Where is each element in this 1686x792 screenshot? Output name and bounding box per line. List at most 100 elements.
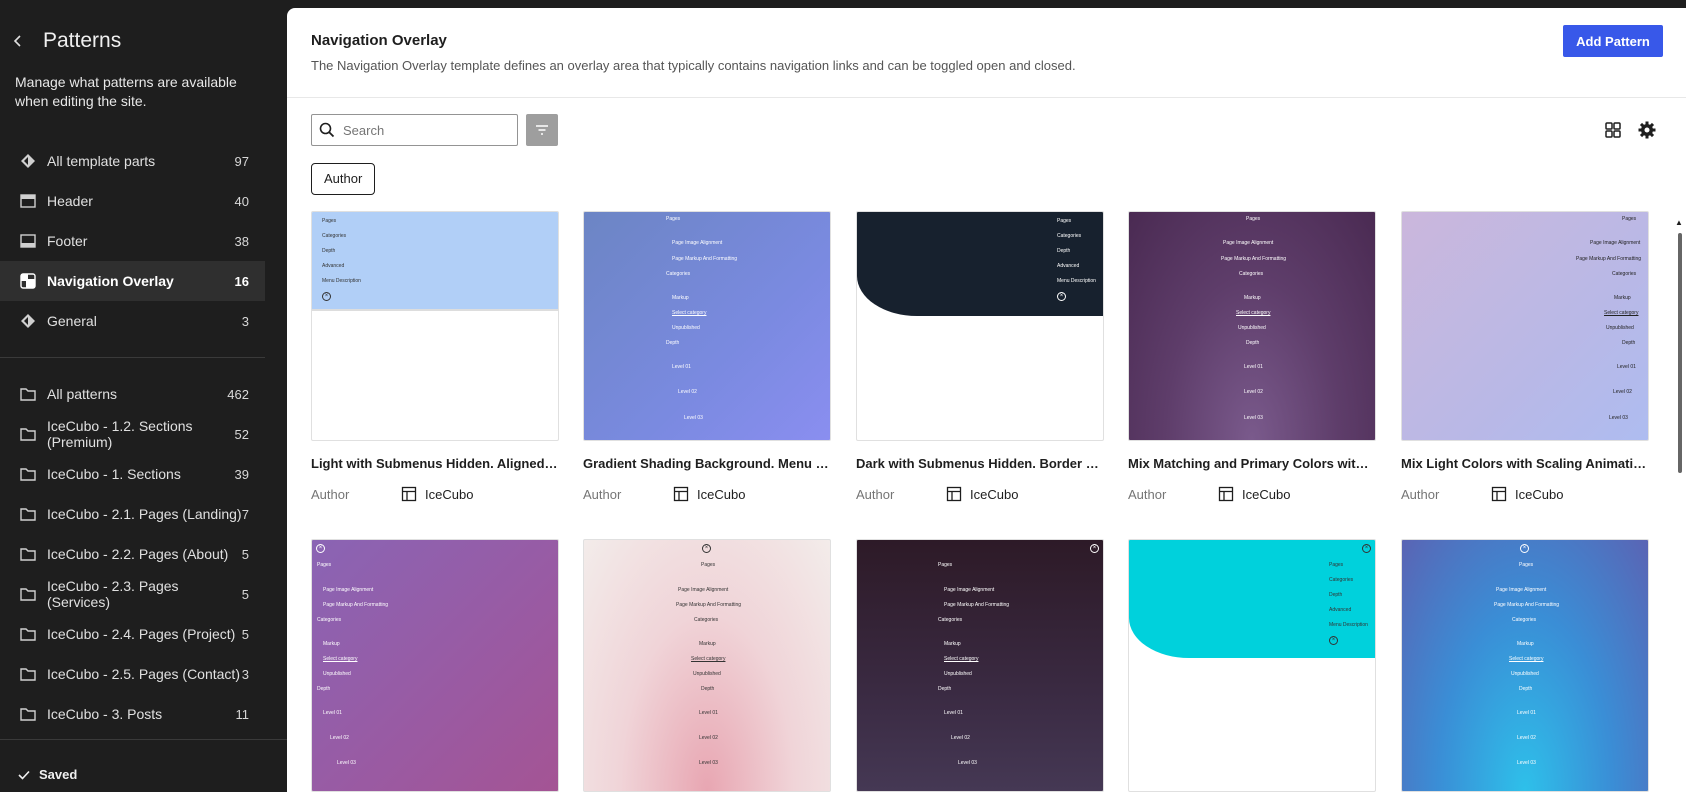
pattern-author: Author IceCubo — [583, 486, 831, 502]
preview-text: Categories — [666, 271, 691, 277]
pattern-title[interactable]: Mix Matching and Primary Colors with … — [1128, 456, 1376, 471]
preview-text: Depth — [1329, 592, 1343, 598]
preview-text: Page Image Alignment — [1223, 240, 1274, 246]
preview-text: Page Image Alignment — [672, 240, 723, 246]
back-button[interactable] — [6, 29, 30, 53]
preview-text: Unpublished — [323, 671, 351, 677]
pattern-card[interactable]: × Pages Page Image Alignment Page Markup… — [311, 539, 559, 792]
pattern-preview: Pages Page Image Alignment Page Markup A… — [1128, 211, 1376, 441]
sidebar-item-header[interactable]: Header 40 — [0, 181, 265, 221]
author-filter-chip[interactable]: Author — [311, 163, 376, 195]
sidebar-item-label: Navigation Overlay — [47, 273, 174, 289]
pattern-preview: × Pages Categories Depth Advanced Menu D… — [1128, 539, 1376, 792]
sidebar-item-navigation-overlay[interactable]: Navigation Overlay 16 — [0, 261, 265, 301]
search-input[interactable] — [343, 122, 513, 138]
preview-text: Page Markup And Formatting — [1494, 602, 1560, 608]
pattern-card[interactable]: Pages Page Image Alignment Page Markup A… — [1128, 211, 1376, 502]
sidebar-item-label: Header — [47, 193, 93, 209]
pattern-card[interactable]: Pages Page Image Alignment Page Markup A… — [1401, 211, 1649, 502]
sidebar-item-count: 16 — [234, 273, 249, 289]
sidebar-item-label: IceCubo - 1.2. Sections (Premium) — [47, 418, 193, 450]
sidebar-item-sections[interactable]: IceCubo - 1. Sections 39 — [0, 454, 265, 494]
sidebar-item-all-patterns[interactable]: All patterns 462 — [0, 374, 265, 414]
grid-view-button[interactable] — [1601, 118, 1625, 142]
sidebar-item-count: 3 — [241, 666, 249, 682]
preview-text: Select category — [1604, 310, 1639, 316]
preview-text: Pages — [1057, 218, 1072, 224]
close-icon: × — [1520, 544, 1529, 553]
sidebar-item-all-template-parts[interactable]: All template parts 97 — [0, 141, 265, 181]
pattern-preview: × Pages Page Image Alignment Page Markup… — [311, 539, 559, 792]
overlay-panel — [1129, 540, 1375, 658]
pattern-card[interactable]: Pages Categories Depth Advanced Menu Des… — [856, 211, 1104, 502]
sidebar-item-pages-services[interactable]: IceCubo - 2.3. Pages (Services) 5 — [0, 574, 265, 614]
view-options-button[interactable] — [1635, 118, 1659, 142]
pattern-preview: Pages Page Image Alignment Page Markup A… — [583, 211, 831, 441]
pattern-card[interactable]: Pages Page Image Alignment Page Markup A… — [583, 211, 831, 502]
preview-text: Unpublished — [1238, 325, 1266, 331]
preview-text: Categories — [1057, 233, 1082, 239]
gear-icon — [1638, 121, 1656, 139]
preview-text: Level 03 — [337, 760, 356, 766]
preview-text: Advanced — [322, 263, 345, 269]
sidebar-item-footer[interactable]: Footer 38 — [0, 221, 265, 261]
sidebar-item-pages-landing[interactable]: IceCubo - 2.1. Pages (Landing) 7 — [0, 494, 265, 534]
preview-text: Menu Description — [1329, 622, 1368, 628]
preview-text: Pages — [1519, 562, 1534, 568]
sidebar-item-label: IceCubo - 2.5. Pages (Contact) — [47, 666, 240, 682]
sidebar-item-label: IceCubo - 2.4. Pages (Project) — [47, 626, 236, 642]
preview-text: Categories — [1512, 617, 1537, 623]
preview-text: Unpublished — [693, 671, 721, 677]
sidebar-item-pages-about[interactable]: IceCubo - 2.2. Pages (About) 5 — [0, 534, 265, 574]
author-name: IceCubo — [970, 486, 1019, 502]
folder-icon — [17, 543, 39, 565]
preview-text: Unpublished — [672, 325, 700, 331]
overlay-panel — [312, 212, 558, 311]
close-icon: × — [1362, 544, 1371, 553]
filter-button[interactable] — [526, 114, 558, 146]
preview-text: Markup — [1517, 641, 1534, 647]
pattern-card[interactable]: × Pages Categories Depth Advanced Menu D… — [1128, 539, 1376, 792]
scroll-up-arrow[interactable]: ▲ — [1675, 218, 1683, 227]
pattern-card[interactable]: Pages Categories Depth Advanced Menu Des… — [311, 211, 559, 502]
preview-text: Categories — [694, 617, 719, 623]
close-icon: × — [322, 292, 331, 301]
preview-text: Level 02 — [1244, 389, 1263, 395]
pattern-title[interactable]: Mix Light Colors with Scaling Animatio… — [1401, 456, 1649, 471]
preview-text: Depth — [1622, 340, 1636, 346]
folder-icon — [17, 703, 39, 725]
add-pattern-button[interactable]: Add Pattern — [1563, 25, 1663, 57]
preview-text: Select category — [944, 656, 979, 662]
preview-text: Level 03 — [1609, 415, 1628, 421]
sidebar-item-label: All patterns — [47, 386, 118, 402]
preview-text: Level 01 — [672, 364, 691, 370]
preview-text: Pages — [317, 562, 332, 568]
sidebar-item-posts[interactable]: IceCubo - 3. Posts 11 — [0, 694, 265, 734]
pattern-card[interactable]: × Pages Page Image Alignment Page Markup… — [856, 539, 1104, 792]
pattern-card[interactable]: × Pages Page Image Alignment Page Markup… — [583, 539, 831, 792]
sidebar-item-sections-premium[interactable]: IceCubo - 1.2. Sections (Premium) 52 — [0, 414, 265, 454]
pattern-title[interactable]: Dark with Submenus Hidden. Border o… — [856, 456, 1104, 471]
preview-text: Select category — [323, 656, 358, 662]
save-status: Saved — [17, 767, 77, 782]
sidebar-item-count: 52 — [234, 426, 249, 442]
preview-text: Categories — [1239, 271, 1264, 277]
sidebar-item-pages-contact[interactable]: IceCubo - 2.5. Pages (Contact) 3 — [0, 654, 265, 694]
folder-icon — [17, 663, 39, 685]
pattern-title[interactable]: Gradient Shading Background. Menu L… — [583, 456, 831, 471]
sidebar-item-label: General — [47, 313, 97, 329]
sidebar-item-label: IceCubo - 2.2. Pages (About) — [47, 546, 229, 562]
layout-icon — [673, 486, 689, 502]
preview-text: Unpublished — [1606, 325, 1634, 331]
filter-icon — [536, 125, 548, 135]
pattern-card[interactable]: × Pages Page Image Alignment Page Markup… — [1401, 539, 1649, 792]
sidebar-item-count: 3 — [241, 313, 249, 329]
pattern-title[interactable]: Light with Submenus Hidden. Aligned … — [311, 456, 559, 471]
scrollbar-thumb[interactable] — [1678, 233, 1682, 473]
preview-text: Unpublished — [944, 671, 972, 677]
preview-text: Level 03 — [699, 760, 718, 766]
sidebar-item-general[interactable]: General 3 — [0, 301, 265, 341]
sidebar-item-pages-project[interactable]: IceCubo - 2.4. Pages (Project) 5 — [0, 614, 265, 654]
close-icon: × — [316, 544, 325, 553]
preview-text: Level 01 — [699, 710, 718, 716]
